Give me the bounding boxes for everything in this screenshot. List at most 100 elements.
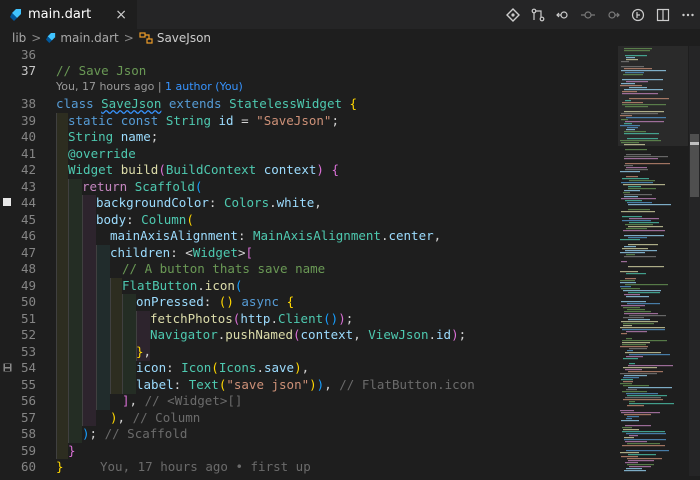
- code-token: :: [173, 377, 189, 392]
- minimap-line: [627, 127, 638, 129]
- code-token: // FlatButton.icon: [339, 377, 475, 392]
- line-number: 52: [20, 327, 36, 342]
- code-text: return Scaffold(: [82, 179, 202, 196]
- code-token: {: [286, 294, 295, 309]
- minimap-line: [629, 403, 674, 405]
- code-line[interactable]: 36: [0, 47, 618, 64]
- go-back-icon[interactable]: [550, 0, 575, 29]
- code-token: (: [211, 360, 219, 375]
- code-token: center: [388, 228, 434, 243]
- code-token: pushNamed: [225, 327, 293, 342]
- code-line[interactable]: 43 return Scaffold(: [0, 179, 618, 196]
- code-line[interactable]: 52 Navigator.pushNamed(context, ViewJson.…: [0, 327, 618, 344]
- minimap-line: [622, 342, 650, 344]
- code-line[interactable]: 51 fetchPhotos(http.Client());: [0, 311, 618, 328]
- line-number: 56: [20, 393, 36, 408]
- close-icon[interactable]: ×: [115, 7, 127, 23]
- minimap-line: [628, 266, 664, 268]
- minimap-line: [629, 218, 659, 220]
- code-line[interactable]: 41 @override: [0, 146, 618, 163]
- code-line[interactable]: 57), // Column: [0, 410, 618, 427]
- code-line[interactable]: 50 onPressed: () async {: [0, 294, 618, 311]
- code-editor[interactable]: You, 17 hours ago | 1 author (You) 36 37 /…: [0, 46, 700, 476]
- minimap-line: [624, 235, 664, 237]
- code-token: ViewJson: [368, 327, 429, 342]
- code-line[interactable]: 55 label: Text("save json")), // FlatButt…: [0, 377, 618, 394]
- code-token: String: [165, 113, 219, 128]
- code-text: String name;: [68, 129, 158, 146]
- source-control-icon[interactable]: [525, 0, 550, 29]
- code-token: ,: [353, 327, 369, 342]
- minimap-line: [624, 414, 651, 416]
- git-lens-icon[interactable]: [625, 0, 650, 29]
- minimap-line: [629, 98, 669, 100]
- minimap-line: [625, 425, 651, 427]
- code-line[interactable]: 39 static const String id = "SaveJson";: [0, 113, 618, 130]
- minimap-line: [629, 466, 651, 468]
- minimap-line: [620, 280, 635, 282]
- minimap-line: [622, 216, 642, 218]
- go-forward-icon[interactable]: [600, 0, 625, 29]
- code-token: // Scaffold: [104, 426, 188, 441]
- code-token: ;: [150, 129, 159, 144]
- code-token: name: [120, 129, 151, 144]
- minimap-line: [627, 416, 639, 418]
- code-line[interactable]: 54 icon: Icon(Icons.save),: [0, 360, 618, 377]
- more-actions-icon[interactable]: [675, 0, 700, 29]
- minimap-line: [620, 373, 657, 375]
- code-token: static: [68, 113, 121, 128]
- code-line[interactable]: 56], // <Widget>[]: [0, 393, 618, 410]
- minimap-line: [620, 252, 645, 254]
- minimap-line: [622, 344, 646, 346]
- code-line[interactable]: 45 body: Column(: [0, 212, 618, 229]
- code-line[interactable]: 38 class SaveJson extends StatelessWidget…: [0, 96, 618, 113]
- code-line[interactable]: 49 FlatButton.icon(: [0, 278, 618, 295]
- minimap[interactable]: [618, 46, 688, 476]
- code-token: const: [120, 113, 166, 128]
- code-token: Icon: [181, 360, 212, 375]
- code-token: return: [82, 179, 135, 194]
- minimap-line: [623, 192, 630, 194]
- breadcrumb-folder[interactable]: lib: [12, 31, 26, 45]
- code-token: "SaveJson": [256, 113, 332, 128]
- code-line[interactable]: 53},: [0, 344, 618, 361]
- code-text: }: [56, 459, 64, 476]
- code-text: label: Text("save json")), // FlatButton…: [136, 377, 475, 394]
- code-token: mainAxisAlignment: [110, 228, 238, 243]
- code-token: ,: [433, 228, 442, 243]
- minimap-line: [626, 296, 649, 298]
- code-line[interactable]: 44 backgroundColor: Colors.white,: [0, 195, 618, 212]
- minimap-line: [626, 338, 632, 340]
- minimap-line: [624, 68, 652, 70]
- git-compare-icon[interactable]: [500, 0, 525, 29]
- code-line[interactable]: 37 // Save Json: [0, 63, 618, 80]
- code-line[interactable]: 40 String name;: [0, 129, 618, 146]
- line-number: 37: [20, 63, 36, 78]
- code-line[interactable]: 59}: [0, 443, 618, 460]
- code-line[interactable]: 47 children: <Widget>[: [0, 245, 618, 262]
- code-line[interactable]: 60} You, 17 hours ago • first up: [0, 459, 618, 476]
- minimap-line: [621, 182, 653, 184]
- code-token: icon: [204, 278, 235, 293]
- tab-bar: main.dart ×: [0, 0, 700, 29]
- minimap-line: [620, 327, 665, 329]
- codelens-authors-link[interactable]: 1 author (You): [165, 80, 243, 93]
- minimap-line: [623, 367, 657, 369]
- code-line[interactable]: 48 // A button thats save name: [0, 261, 618, 278]
- breadcrumb-symbol[interactable]: SaveJson: [139, 31, 211, 45]
- minimap-line: [621, 333, 627, 335]
- minimap-line: [625, 106, 648, 108]
- minimap-line: [629, 180, 655, 182]
- breakpoint-marker[interactable]: [3, 198, 11, 206]
- split-editor-icon[interactable]: [650, 0, 675, 29]
- minimap-line: [620, 125, 640, 127]
- tab-main-dart[interactable]: main.dart ×: [0, 0, 137, 29]
- code-line[interactable]: 46 mainAxisAlignment: MainAxisAlignment.c…: [0, 228, 618, 245]
- breadcrumb-file[interactable]: main.dart: [46, 31, 119, 45]
- vertical-scrollbar[interactable]: [689, 46, 700, 476]
- timeline-icon[interactable]: [575, 0, 600, 29]
- code-token: ,: [314, 195, 322, 210]
- minimap-line: [621, 211, 655, 213]
- code-line[interactable]: 58); // Scaffold: [0, 426, 618, 443]
- code-line[interactable]: 42 Widget build(BuildContext context) {: [0, 162, 618, 179]
